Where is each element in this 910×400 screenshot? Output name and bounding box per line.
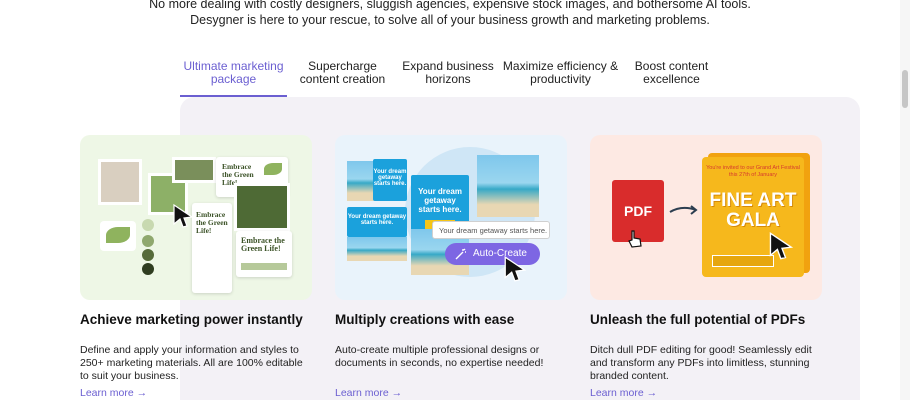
card-description: Auto-create multiple professional design… <box>335 344 544 369</box>
magic-wand-icon <box>455 248 466 260</box>
leaf-icon <box>264 163 282 175</box>
swatch-3 <box>142 249 154 261</box>
swatch-1 <box>142 219 154 231</box>
learn-more-link[interactable]: Learn more → <box>590 387 657 399</box>
card-description: Define and apply your information and st… <box>80 344 303 382</box>
cursor-icon <box>769 232 794 260</box>
travel-card-text: Your dream getaway starts here. <box>373 169 407 187</box>
gala-title: FINE ART GALA <box>709 190 797 231</box>
interior-photo <box>98 159 142 205</box>
arrow-right-icon <box>669 205 698 215</box>
tab-maximize-efficiency[interactable]: Maximize efficiency & productivity <box>498 60 623 97</box>
leaf-logo-icon <box>106 227 130 243</box>
marketing-illustration: Embrace the Green Life! Embrace the Gree… <box>80 135 312 300</box>
tab-label-line-2: horizons <box>425 72 471 86</box>
page: No more dealing with costly designers, s… <box>0 0 910 400</box>
cursor-icon <box>504 255 527 282</box>
auto-create-illustration: Your dream getaway starts here. Your dre… <box>335 135 567 300</box>
feature-tabs: Ultimate marketing package Supercharge c… <box>180 60 720 97</box>
tab-ultimate-marketing-package[interactable]: Ultimate marketing package <box>180 60 287 97</box>
learn-more-link[interactable]: Learn more → <box>335 387 402 399</box>
feature-card-marketing: Embrace the Green Life! Embrace the Gree… <box>80 135 312 399</box>
card-title: Multiply creations with ease <box>335 312 515 327</box>
pdf-illustration: PDF You're invited to our Grand Art Fest… <box>590 135 822 300</box>
card-title: Achieve marketing power instantly <box>80 312 303 327</box>
hand-pointer-icon <box>628 230 642 248</box>
tab-label-line-2: excellence <box>643 72 700 86</box>
poster-bar <box>241 263 287 270</box>
tab-label-line-2: productivity <box>530 72 591 86</box>
intro-line-1: No more dealing with costly designers, s… <box>149 0 751 11</box>
travel-card-2: Your dream getaway starts here. <box>347 207 407 237</box>
swatch-2 <box>142 235 154 247</box>
swatch-4 <box>142 263 154 275</box>
leaf-photo <box>172 157 216 183</box>
travel-card-text: Your dream getaway starts here. <box>347 214 407 226</box>
gala-footer-bar <box>712 255 774 267</box>
auto-create-search-input: Your dream getaway starts here. <box>432 221 550 239</box>
feature-card-auto-create: Your dream getaway starts here. Your dre… <box>335 135 567 399</box>
intro-text: No more dealing with costly designers, s… <box>0 0 900 28</box>
tab-label-line-2: package <box>210 72 257 86</box>
garden-photo <box>234 183 290 231</box>
poster-middle: Embrace the Green Life! <box>192 203 232 293</box>
travel-card-1: Your dream getaway starts here. <box>373 159 407 201</box>
tab-expand-business-horizons[interactable]: Expand business horizons <box>398 60 498 97</box>
page-scrollbar[interactable] <box>900 0 910 400</box>
poster-bottom: Embrace the Green Life! <box>236 231 292 277</box>
tab-boost-content-excellence[interactable]: Boost content excellence <box>623 60 720 97</box>
travel-card-text: Your dream getaway starts here. <box>418 187 462 214</box>
intro-line-2: Desygner is here to your rescue, to solv… <box>190 13 710 27</box>
cursor-icon <box>173 203 194 228</box>
feature-card-pdf: PDF You're invited to our Grand Art Fest… <box>590 135 822 399</box>
poster-title-3: Embrace the Green Life! <box>241 236 285 253</box>
learn-more-link[interactable]: Learn more → <box>80 387 147 399</box>
card-description: Ditch dull PDF editing for good! Seamles… <box>590 344 812 382</box>
card-title: Unleash the full potential of PDFs <box>590 312 806 327</box>
beach-photo-2 <box>347 237 407 261</box>
leaf-card <box>100 221 136 251</box>
gala-invite-text: You're invited to our Grand Art Festival… <box>706 165 800 178</box>
tab-supercharge-content-creation[interactable]: Supercharge content creation <box>287 60 398 97</box>
scrollbar-thumb[interactable] <box>902 70 908 108</box>
tab-label-line-2: content creation <box>299 72 386 86</box>
beach-photo-4 <box>477 155 539 217</box>
poster-title-2: Embrace the Green Life! <box>196 210 228 235</box>
